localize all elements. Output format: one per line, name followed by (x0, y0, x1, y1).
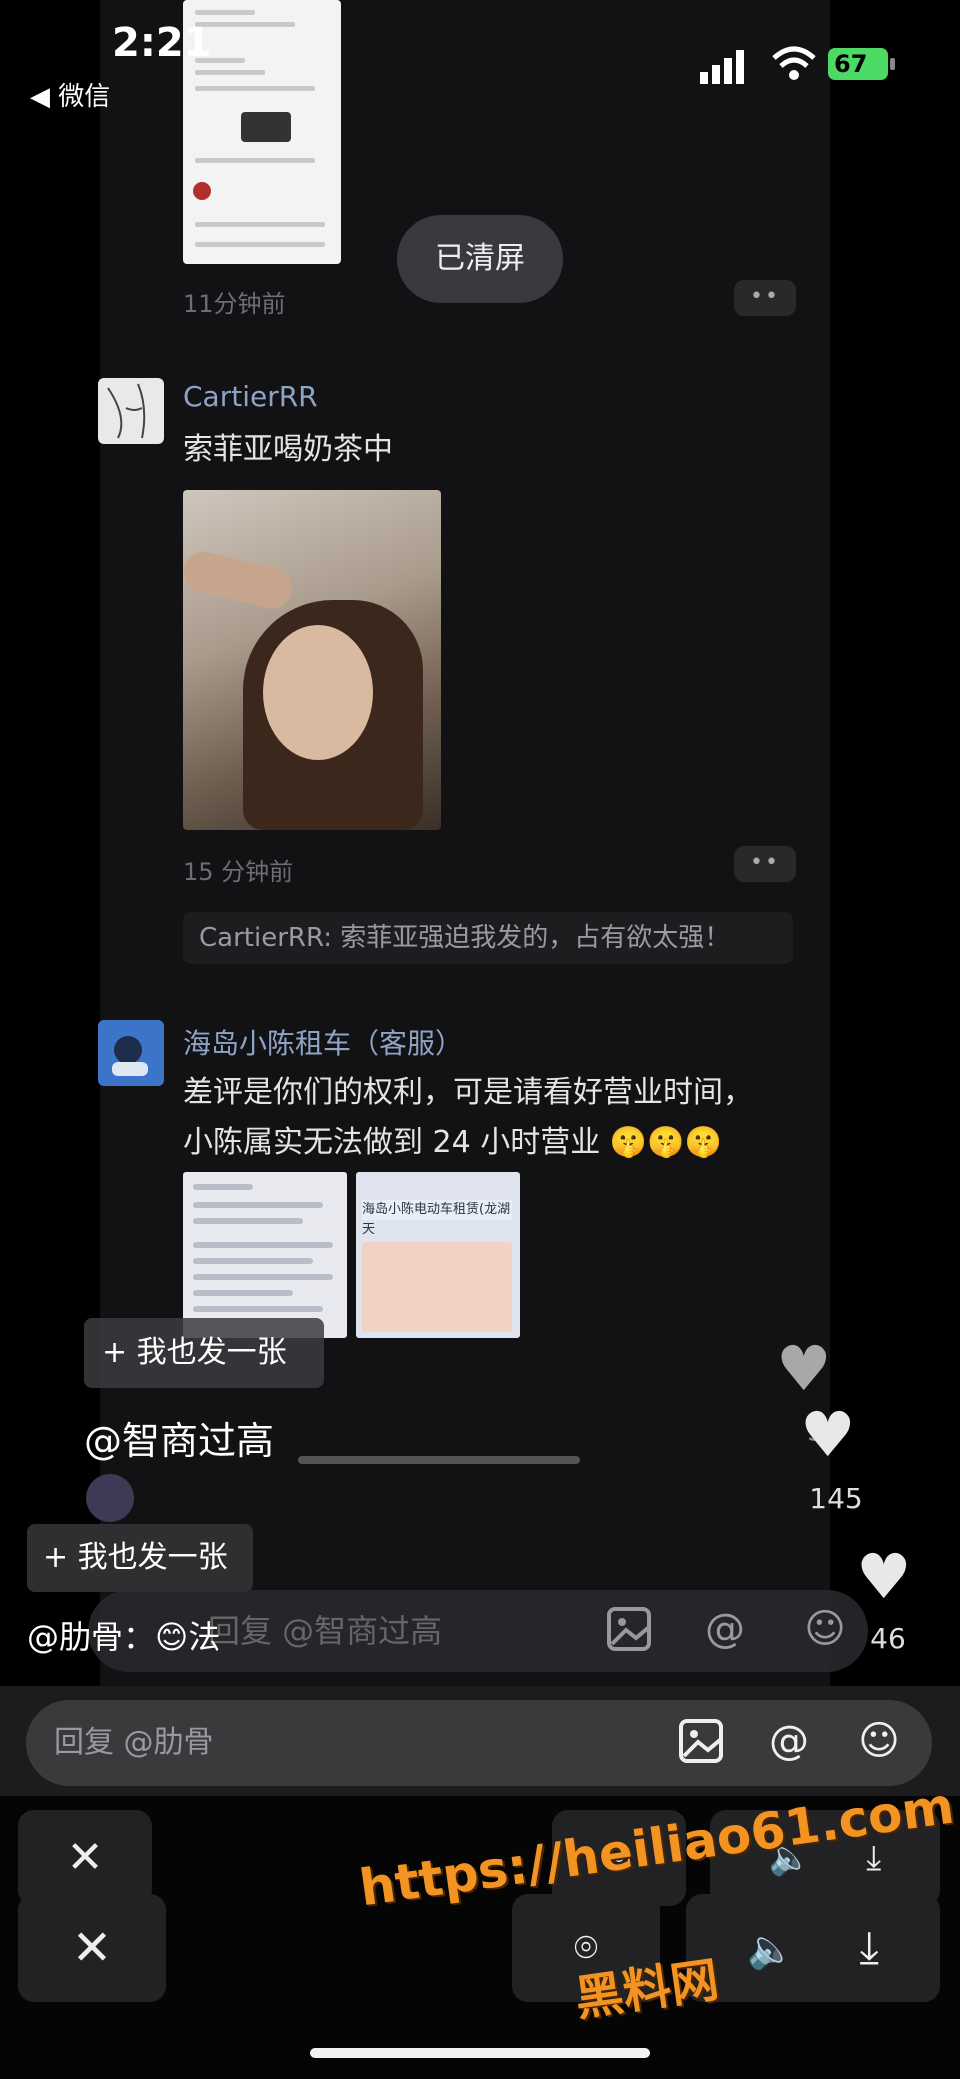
emoji-icon: 🤫🤫🤫 (609, 1125, 722, 1160)
download-icon: ⤓ (859, 1922, 879, 1973)
back-to-wechat-link[interactable]: ◀ 微信 (30, 76, 110, 113)
speaker-icon: 🔈 (747, 1927, 795, 1971)
battery-nub (890, 58, 895, 70)
timestamp-2: 15 分钟前 (183, 858, 294, 886)
ghost-post-also-button[interactable]: + 我也发一张 (84, 1318, 324, 1388)
emoji-icon[interactable]: ☺ (854, 1716, 904, 1766)
close-button-ghost[interactable]: ✕ (18, 1810, 152, 1906)
at-icon[interactable]: @ (700, 1604, 750, 1654)
close-button[interactable]: ✕ (18, 1894, 166, 2002)
emoji-icon[interactable]: ☺ (800, 1604, 850, 1654)
heart-icon[interactable]: ♥ (800, 1404, 856, 1466)
image-icon[interactable] (676, 1718, 726, 1768)
timestamp-1: 11分钟前 (183, 290, 286, 318)
avatar-cartierrr[interactable] (98, 378, 164, 444)
ghost-avatar (86, 1474, 134, 1522)
post2-text-line1: 差评是你们的权利，可是请看好营业时间， (183, 1075, 753, 1110)
avatar-haidao[interactable] (98, 1020, 164, 1086)
shot2-title: 海岛小陈电动车租赁(龙湖天 (362, 1200, 512, 1237)
wifi-icon (772, 46, 816, 80)
post2-text-line2: 小陈属实无法做到 24 小时营业 🤫🤫🤫 (183, 1125, 722, 1160)
cleared-screen-pill[interactable]: 已清屏 (397, 215, 563, 303)
post2-screenshot-1[interactable] (183, 1172, 347, 1338)
post1-username[interactable]: CartierRR (183, 380, 318, 413)
more-button-1[interactable]: •• (734, 280, 796, 316)
emoji-icon: 😊 (155, 1618, 189, 1656)
post2-screenshot-2[interactable]: 海岛小陈电动车租赁(龙湖天 (356, 1172, 520, 1338)
sound-download-bar[interactable]: 🔈 ⤓ (686, 1894, 940, 2002)
home-indicator (310, 2048, 650, 2058)
post1-text: 索菲亚喝奶茶中 (183, 432, 393, 467)
signal-icon (700, 50, 744, 84)
like-count-46: 46 (870, 1622, 906, 1655)
at-icon[interactable]: @ (764, 1716, 814, 1766)
mention-comment: @肋骨：😊法 (27, 1618, 221, 1656)
status-time: 2:21 (112, 20, 212, 66)
post2-username[interactable]: 海岛小陈租车（客服） (183, 1022, 463, 1062)
ghost-scroll-indicator (298, 1456, 580, 1464)
heart-icon[interactable]: ♥ (856, 1546, 912, 1608)
close-icon: ✕ (71, 1920, 113, 1976)
quoted-reply[interactable]: CartierRR: 索菲亚强迫我发的，占有欲太强！ (183, 912, 793, 964)
like-count-145: 145 (809, 1482, 863, 1515)
ghost-mention-text: @智商过高 (84, 1419, 275, 1463)
image-icon[interactable] (604, 1606, 654, 1656)
battery-indicator: 67 (828, 48, 888, 80)
more-button-2[interactable]: •• (734, 846, 796, 882)
close-icon: ✕ (66, 1832, 104, 1883)
heart-icon[interactable]: ♥ (776, 1338, 832, 1400)
post-also-button[interactable]: + 我也发一张 (27, 1524, 253, 1592)
post1-photo[interactable] (183, 490, 441, 830)
